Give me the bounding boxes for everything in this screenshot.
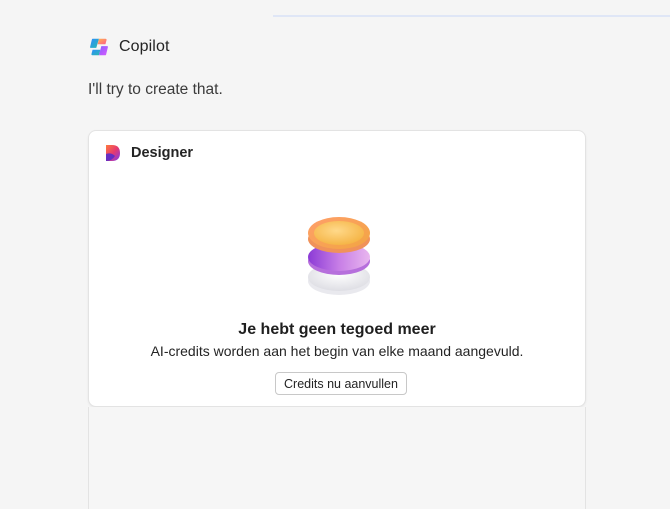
designer-logo-icon <box>106 145 120 161</box>
designer-card-header: Designer <box>103 143 193 163</box>
no-credits-subtitle: AI-credits worden aan het begin van elke… <box>150 343 524 359</box>
designer-app-name: Designer <box>131 145 194 161</box>
assistant-name: Copilot <box>119 38 170 55</box>
assistant-header: Copilot <box>88 36 170 58</box>
top-divider <box>273 15 670 17</box>
assistant-message: I'll try to create that. <box>88 81 223 98</box>
coin-stack-icon <box>308 217 370 295</box>
designer-card: Designer Je hebt geen tegoed meer AI-cre… <box>88 130 586 407</box>
copilot-logo-icon <box>90 38 108 56</box>
copilot-chat-page: Copilot I'll try to create that. Designe… <box>0 0 670 509</box>
image-placeholder-panel <box>88 407 586 509</box>
no-credits-title: Je hebt geen tegoed meer <box>238 321 436 338</box>
refill-credits-button[interactable]: Credits nu aanvullen <box>275 372 407 395</box>
